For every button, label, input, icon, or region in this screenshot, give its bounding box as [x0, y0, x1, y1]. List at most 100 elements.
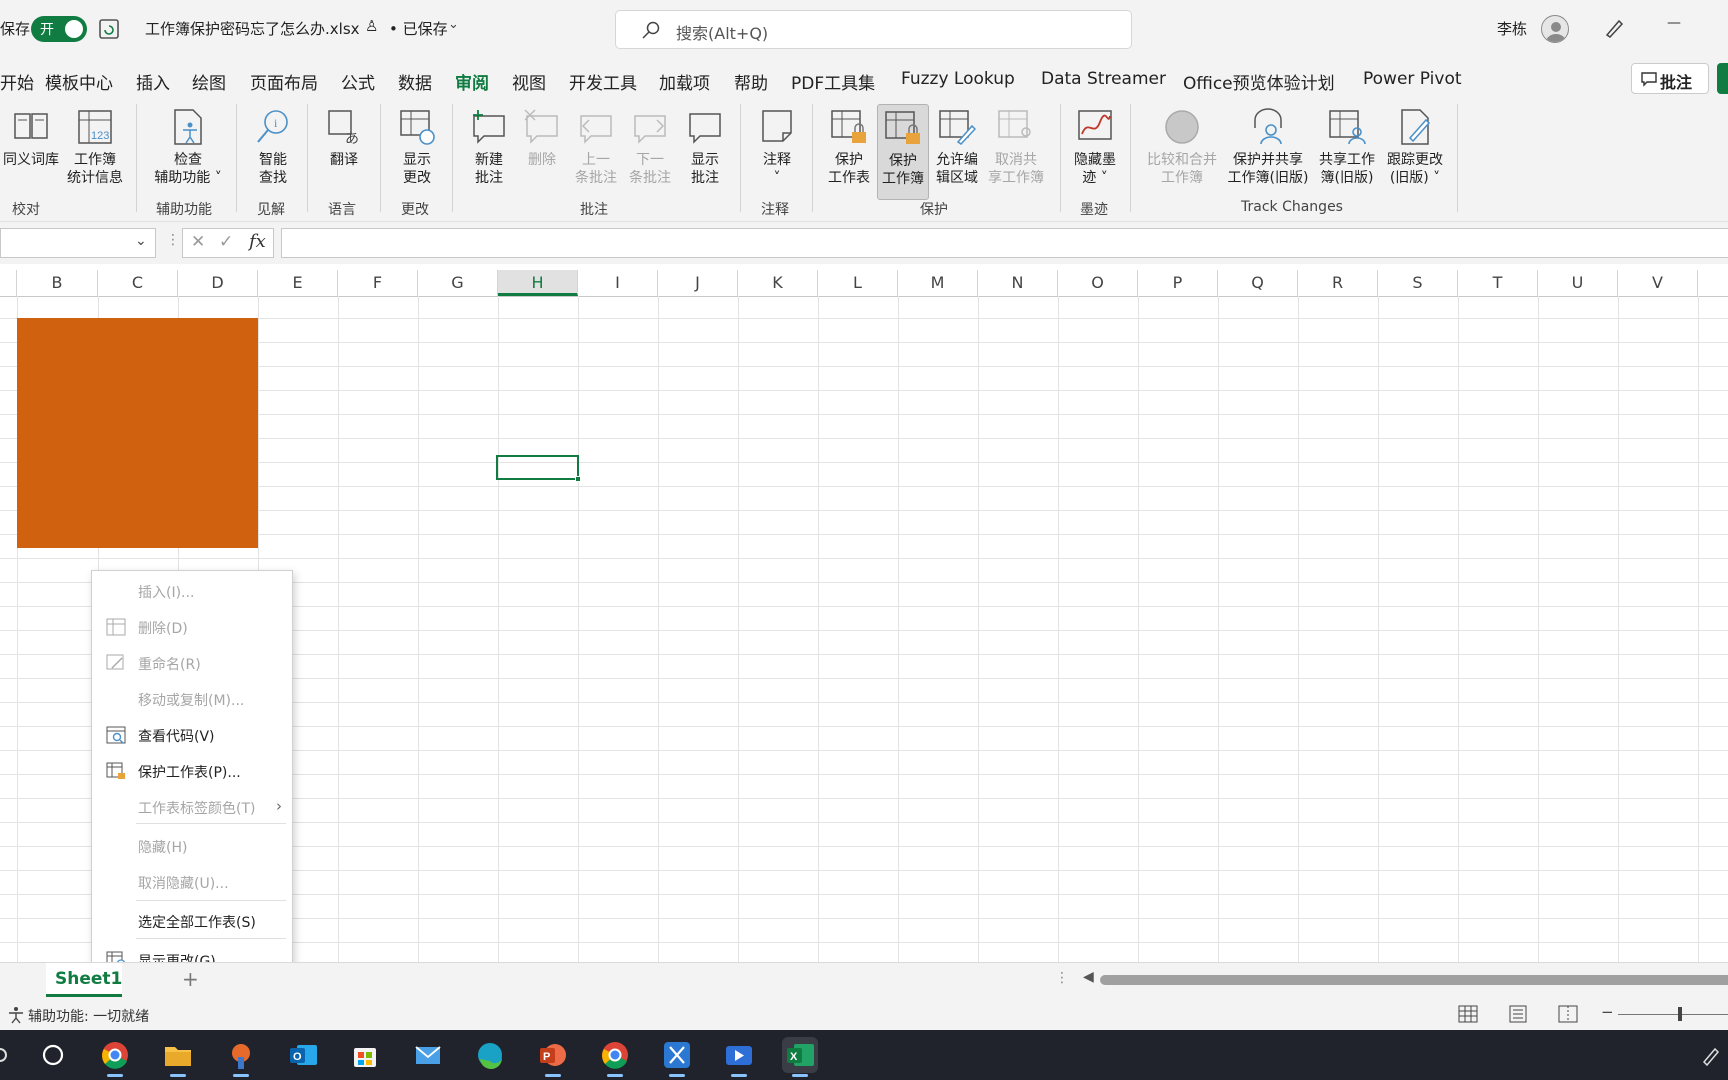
delete-comment-button[interactable]: 删除: [514, 104, 570, 200]
unshare-workbook-button[interactable]: 取消共 享工作簿: [985, 104, 1047, 200]
formula-input[interactable]: [281, 228, 1728, 258]
page-break-view-icon[interactable]: [1558, 1005, 1578, 1023]
search-input[interactable]: 搜索(Alt+Q): [615, 10, 1132, 49]
menu-item-protect-sheet[interactable]: 保护工作表(P)...: [92, 757, 292, 785]
tab-office-insider[interactable]: Office预览体验计划: [1183, 69, 1335, 94]
protect-share-workbook-button[interactable]: 保护并共享 工作簿(旧版): [1224, 104, 1312, 200]
share-workbook-legacy-button[interactable]: 共享工作 簿(旧版): [1312, 104, 1382, 200]
app-icon[interactable]: [223, 1037, 259, 1077]
column-header[interactable]: C: [98, 270, 178, 296]
column-header[interactable]: O: [1058, 270, 1138, 296]
saved-status[interactable]: • 已保存: [389, 18, 448, 39]
chevron-down-icon[interactable]: ⌄: [448, 17, 459, 32]
confirm-entry-button[interactable]: ✓: [219, 232, 233, 252]
scroll-left-icon[interactable]: ◀: [1083, 969, 1094, 985]
excel-icon[interactable]: X: [782, 1037, 818, 1077]
column-header[interactable]: B: [17, 270, 98, 296]
tab-templates[interactable]: 模板中心: [45, 69, 113, 94]
protect-sheet-button[interactable]: 保护 工作表: [821, 104, 877, 200]
menu-item-rename[interactable]: 重命名(R): [92, 649, 292, 677]
column-header[interactable]: F: [338, 270, 418, 296]
show-comments-button[interactable]: 显示 批注: [676, 104, 734, 200]
column-header[interactable]: J: [658, 270, 738, 296]
column-header[interactable]: I: [578, 270, 658, 296]
tab-power-pivot[interactable]: Power Pivot: [1363, 69, 1462, 89]
name-box[interactable]: ⌄: [0, 228, 156, 258]
column-header[interactable]: L: [818, 270, 898, 296]
more-icon[interactable]: ⋮: [166, 232, 180, 248]
menu-item-insert[interactable]: 插入(I)...: [92, 577, 292, 605]
tab-splitter[interactable]: ⋮: [1055, 970, 1069, 986]
accessibility-status[interactable]: 辅助功能: 一切就绪: [28, 1006, 149, 1026]
outlook-icon[interactable]: O: [285, 1037, 321, 1073]
zoom-out-button[interactable]: −: [1601, 1003, 1614, 1021]
tab-page-layout[interactable]: 页面布局: [250, 69, 318, 94]
normal-view-icon[interactable]: [1458, 1005, 1478, 1023]
compare-merge-button[interactable]: 比较和合并 工作簿: [1138, 104, 1226, 200]
minimize-button[interactable]: —: [1667, 15, 1681, 31]
active-cell[interactable]: [496, 455, 581, 482]
menu-item-hide[interactable]: 隐藏(H): [92, 832, 292, 860]
tab-help[interactable]: 帮助: [734, 69, 768, 94]
avatar[interactable]: [1541, 15, 1569, 43]
tab-data-streamer[interactable]: Data Streamer: [1041, 69, 1166, 89]
tab-formulas[interactable]: 公式: [341, 69, 375, 94]
column-header[interactable]: M: [898, 270, 978, 296]
column-header[interactable]: U: [1538, 270, 1618, 296]
cancel-entry-button[interactable]: ✕: [191, 232, 205, 252]
menu-item-unhide[interactable]: 取消隐藏(U)...: [92, 868, 292, 896]
pen-icon[interactable]: [1603, 17, 1625, 39]
translate-button[interactable]: あ 翻译: [315, 104, 373, 200]
snipping-tool-icon[interactable]: [659, 1037, 695, 1077]
tab-addins[interactable]: 加载项: [659, 69, 710, 94]
menu-item-view-code[interactable]: 查看代码(V): [92, 721, 292, 749]
pen-tray-icon[interactable]: [1700, 1044, 1722, 1066]
file-name[interactable]: 工作簿保护密码忘了怎么办.xlsx: [145, 18, 360, 39]
menu-item-delete[interactable]: 删除(D): [92, 613, 292, 641]
start-edge-icon[interactable]: [0, 1047, 10, 1063]
column-header[interactable]: V: [1618, 270, 1698, 296]
add-sheet-button[interactable]: +: [182, 967, 199, 991]
new-comment-button[interactable]: 新建 批注: [460, 104, 518, 200]
mail-icon[interactable]: [410, 1037, 446, 1073]
horizontal-scrollbar[interactable]: [1100, 975, 1728, 985]
tab-insert[interactable]: 插入: [136, 69, 170, 94]
column-header[interactable]: D: [178, 270, 258, 296]
video-icon[interactable]: [721, 1037, 757, 1077]
column-header[interactable]: N: [978, 270, 1058, 296]
workbook-statistics-button[interactable]: 123 工作簿 统计信息: [64, 104, 126, 200]
tab-data[interactable]: 数据: [398, 69, 432, 94]
column-header[interactable]: T: [1458, 270, 1538, 296]
tab-fuzzy-lookup[interactable]: Fuzzy Lookup: [901, 69, 1015, 89]
page-layout-view-icon[interactable]: [1508, 1005, 1528, 1023]
smart-lookup-button[interactable]: i 智能 查找: [244, 104, 302, 200]
tab-draw[interactable]: 绘图: [192, 69, 226, 94]
column-header[interactable]: Q: [1218, 270, 1298, 296]
tab-review[interactable]: 审阅: [455, 69, 489, 103]
column-header[interactable]: G: [418, 270, 498, 296]
column-header-selected[interactable]: H: [498, 270, 578, 296]
share-button[interactable]: [1717, 63, 1728, 94]
chrome-icon[interactable]: [597, 1037, 633, 1077]
menu-item-select-all-sheets[interactable]: 选定全部工作表(S): [92, 907, 292, 935]
zoom-slider[interactable]: [1618, 1014, 1728, 1015]
tab-pdf-tools[interactable]: PDF工具集: [791, 69, 875, 94]
powerpoint-icon[interactable]: P: [535, 1037, 571, 1077]
orange-rectangle-shape[interactable]: [17, 318, 258, 548]
show-changes-button[interactable]: 显示 更改: [388, 104, 446, 200]
protect-workbook-button[interactable]: 保护 工作簿: [877, 104, 929, 200]
comments-button[interactable]: 批注: [1631, 63, 1709, 94]
column-header[interactable]: R: [1298, 270, 1378, 296]
allow-edit-ranges-button[interactable]: 允许编 辑区域: [929, 104, 985, 200]
edge-icon[interactable]: [472, 1037, 508, 1073]
column-header[interactable]: S: [1378, 270, 1458, 296]
tab-home[interactable]: 开始: [0, 69, 34, 94]
sheet-tab-sheet1[interactable]: Sheet1: [46, 963, 122, 997]
zoom-slider-thumb[interactable]: [1678, 1007, 1682, 1021]
user-name[interactable]: 李栋: [1497, 18, 1527, 39]
save-icon[interactable]: [98, 18, 122, 40]
cortana-icon[interactable]: [35, 1037, 71, 1073]
insert-function-button[interactable]: fx: [249, 231, 266, 252]
column-header-a[interactable]: [0, 270, 17, 296]
column-header[interactable]: P: [1138, 270, 1218, 296]
